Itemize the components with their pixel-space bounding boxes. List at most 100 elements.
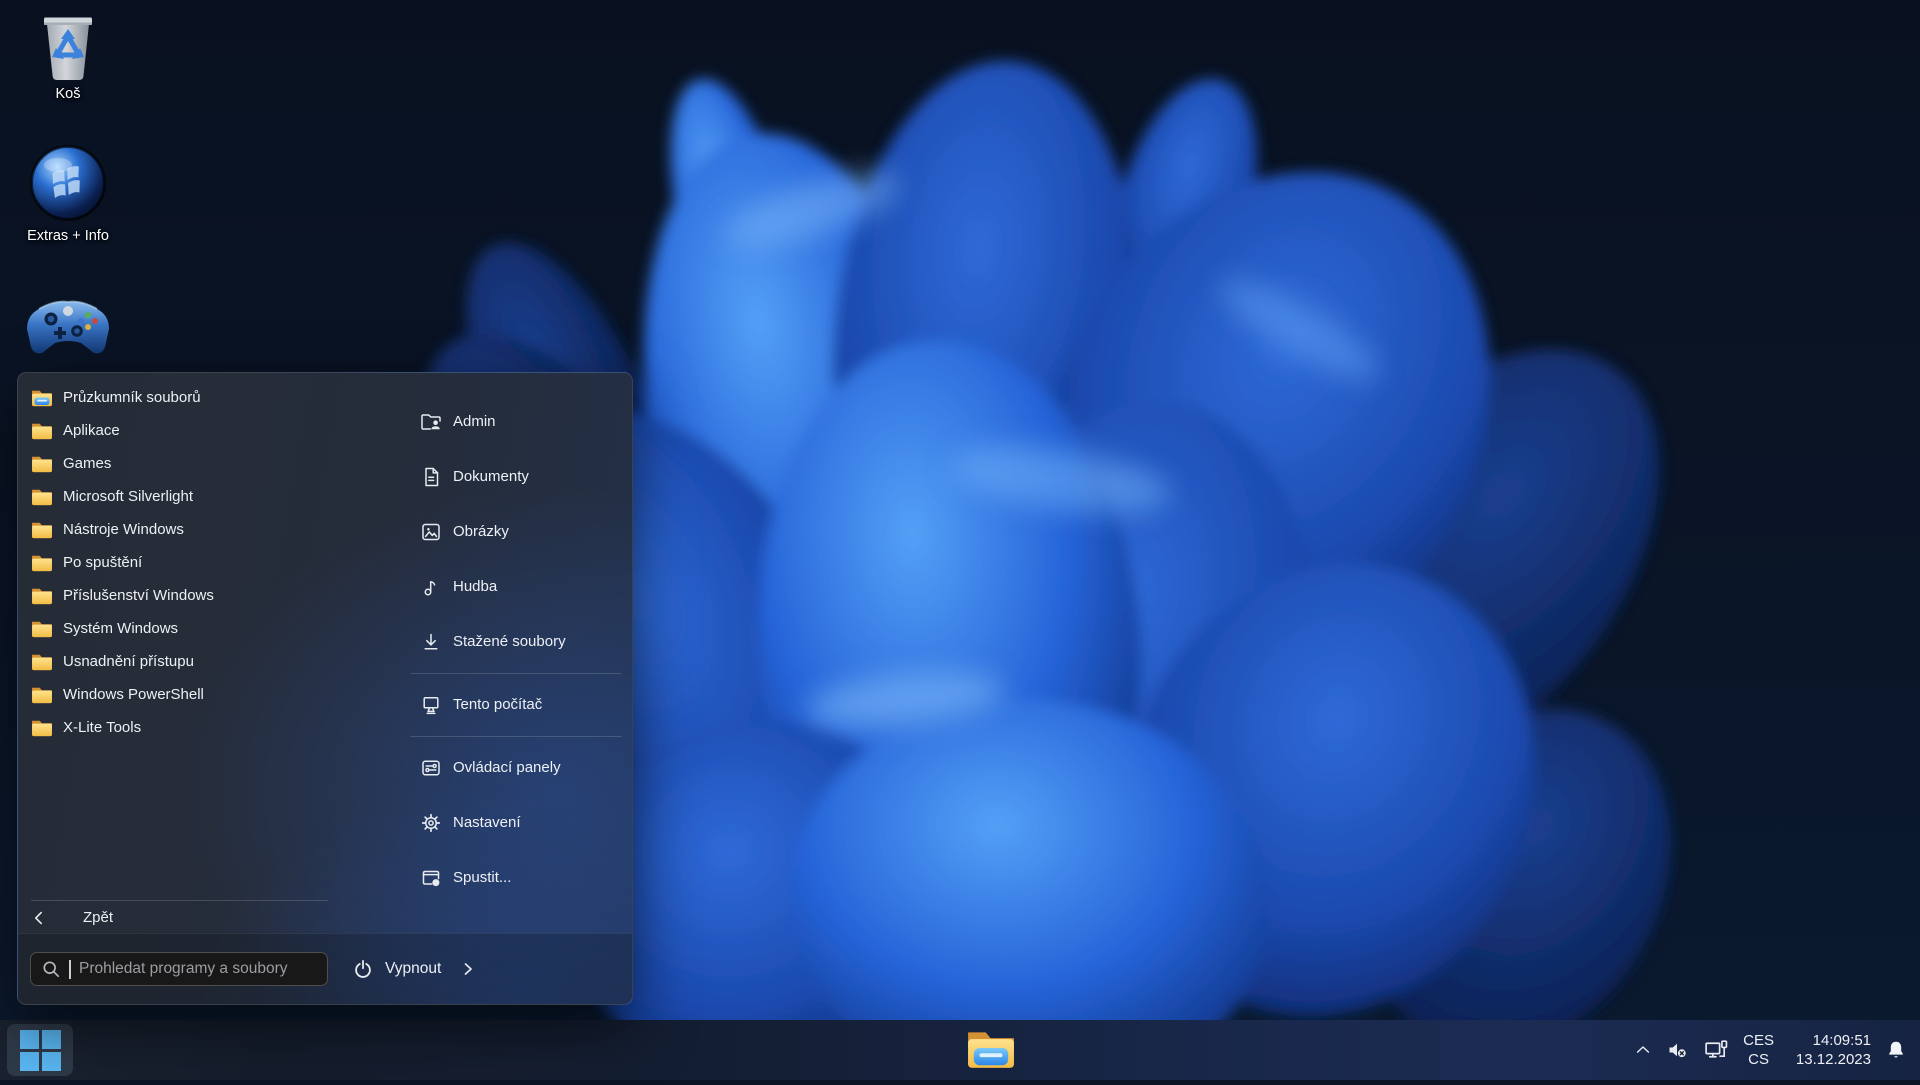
folder-icon — [31, 619, 53, 638]
pictures-icon — [419, 520, 443, 544]
start-folder-nastroje-windows[interactable]: Nástroje Windows — [18, 513, 336, 546]
start-folder-label: Průzkumník souborů — [63, 389, 201, 406]
music-icon — [419, 575, 443, 599]
start-place-obrazky[interactable]: Obrázky — [410, 504, 622, 559]
start-place-dokumenty[interactable]: Dokumenty — [410, 449, 622, 504]
desktop-icon-extras-info[interactable]: Extras + Info — [12, 144, 124, 245]
language-name: CES — [1743, 1031, 1774, 1051]
start-menu-main: Průzkumník souborů Aplikace Games Micros… — [18, 373, 632, 934]
network-ethernet-icon[interactable] — [1703, 1037, 1730, 1063]
start-folder-label: Aplikace — [63, 422, 120, 439]
start-place-label: Hudba — [453, 578, 497, 595]
user-folder-icon — [419, 410, 443, 434]
chevron-left-icon — [31, 910, 47, 926]
control-panel-icon — [419, 756, 443, 780]
start-place-admin[interactable]: Admin — [410, 394, 622, 449]
power-icon — [351, 957, 375, 981]
start-folder-label: Microsoft Silverlight — [63, 488, 193, 505]
back-button[interactable]: Zpět — [18, 901, 336, 934]
start-place-label: Spustit... — [453, 869, 511, 886]
clock-time: 14:09:51 — [1787, 1031, 1871, 1051]
start-folder-system-windows[interactable]: Systém Windows — [18, 612, 336, 645]
start-place-ovladaci-panely[interactable]: Ovládací panely — [410, 740, 622, 795]
start-place-label: Tento počítač — [453, 696, 542, 713]
start-folder-windows-powershell[interactable]: Windows PowerShell — [18, 678, 336, 711]
file-explorer-icon — [966, 1026, 1016, 1075]
folder-icon — [31, 685, 53, 704]
search-placeholder: Prohledat programy a soubory — [79, 960, 288, 978]
start-folder-games[interactable]: Games — [18, 447, 336, 480]
file-explorer-folder-icon — [31, 388, 53, 407]
start-menu: Průzkumník souborů Aplikace Games Micros… — [17, 372, 633, 1005]
start-folder-prislusenstvi-windows[interactable]: Příslušenství Windows — [18, 579, 336, 612]
folder-icon — [31, 652, 53, 671]
start-menu-places-column: Admin Dokumenty Obrázky Hudba Stažené so… — [410, 373, 622, 905]
start-folder-label: Windows PowerShell — [63, 686, 204, 703]
folder-icon — [31, 454, 53, 473]
computer-icon — [419, 693, 443, 717]
notifications-bell-icon[interactable] — [1884, 1038, 1908, 1062]
taskbar: CES CS 14:09:51 13.12.2023 — [0, 1020, 1920, 1080]
gamepad-icon — [12, 294, 124, 360]
start-folder-x-lite-tools[interactable]: X-Lite Tools — [18, 711, 336, 744]
start-place-label: Dokumenty — [453, 468, 529, 485]
desktop-icon-label: Extras + Info — [12, 228, 124, 245]
start-place-label: Admin — [453, 413, 496, 430]
settings-icon — [419, 811, 443, 835]
folder-icon — [31, 520, 53, 539]
language-code: CS — [1743, 1050, 1774, 1070]
start-place-nastaveni[interactable]: Nastavení — [410, 795, 622, 850]
places-separator — [410, 736, 622, 737]
start-folder-aplikace[interactable]: Aplikace — [18, 414, 336, 447]
start-folder-list: Průzkumník souborů Aplikace Games Micros… — [18, 381, 336, 744]
back-label: Zpět — [83, 909, 113, 926]
extras-info-orb-icon — [12, 144, 124, 224]
start-folder-label: Games — [63, 455, 111, 472]
folder-icon — [31, 487, 53, 506]
start-folder-label: Systém Windows — [63, 620, 178, 637]
folder-icon — [31, 718, 53, 737]
search-icon — [41, 959, 61, 979]
start-place-stazene-soubory[interactable]: Stažené soubory — [410, 614, 622, 669]
places-separator — [410, 673, 622, 674]
desktop-icon-recycle-bin[interactable]: Koš — [12, 10, 124, 103]
folder-icon — [31, 586, 53, 605]
start-folder-usnadneni-pristupu[interactable]: Usnadnění přístupu — [18, 645, 336, 678]
desktop-icon-gamepad[interactable] — [12, 294, 124, 364]
start-folder-label: Po spuštění — [63, 554, 142, 571]
start-menu-bottom-bar: Prohledat programy a soubory Vypnout — [18, 933, 632, 1004]
start-place-label: Obrázky — [453, 523, 509, 540]
power-button[interactable]: Vypnout — [351, 934, 477, 1004]
tray-chevron-up-icon[interactable] — [1633, 1040, 1653, 1060]
power-label: Vypnout — [385, 960, 441, 978]
start-folder-po-spusteni[interactable]: Po spuštění — [18, 546, 336, 579]
start-folder-label: Příslušenství Windows — [63, 587, 214, 604]
text-caret — [69, 960, 71, 979]
download-icon — [419, 630, 443, 654]
start-place-spustit[interactable]: Spustit... — [410, 850, 622, 905]
folder-icon — [31, 421, 53, 440]
start-place-tento-pocitac[interactable]: Tento počítač — [410, 677, 622, 732]
start-menu-folder-column: Průzkumník souborů Aplikace Games Micros… — [18, 373, 336, 934]
chevron-right-icon — [459, 960, 477, 978]
start-folder-label: Usnadnění přístupu — [63, 653, 194, 670]
start-place-label: Stažené soubory — [453, 633, 566, 650]
taskbar-file-explorer-button[interactable] — [964, 1026, 1018, 1074]
volume-muted-icon[interactable] — [1666, 1038, 1690, 1062]
desktop-icon-label: Koš — [12, 86, 124, 103]
start-button[interactable] — [7, 1024, 73, 1076]
system-tray: CES CS 14:09:51 13.12.2023 — [1633, 1020, 1908, 1080]
search-input[interactable]: Prohledat programy a soubory — [30, 952, 328, 986]
start-folder-pruzkumnik-souboru[interactable]: Průzkumník souborů — [18, 381, 336, 414]
windows-logo-icon — [20, 1030, 61, 1071]
folder-icon — [31, 553, 53, 572]
recycle-bin-icon — [12, 10, 124, 82]
start-place-hudba[interactable]: Hudba — [410, 559, 622, 614]
language-indicator[interactable]: CES CS — [1743, 1031, 1774, 1070]
folder-list-spacer — [18, 744, 336, 900]
document-icon — [419, 465, 443, 489]
start-folder-label: X-Lite Tools — [63, 719, 141, 736]
start-folder-microsoft-silverlight[interactable]: Microsoft Silverlight — [18, 480, 336, 513]
start-place-label: Nastavení — [453, 814, 521, 831]
clock[interactable]: 14:09:51 13.12.2023 — [1787, 1031, 1871, 1070]
